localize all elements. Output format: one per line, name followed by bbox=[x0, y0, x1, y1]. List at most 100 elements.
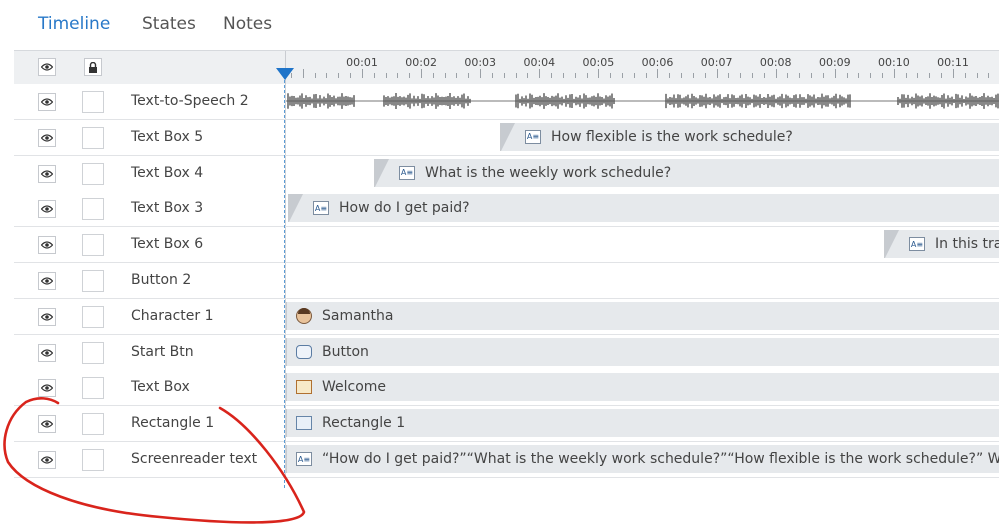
visibility-eye-icon[interactable] bbox=[38, 272, 56, 290]
ruler-label: 00:01 bbox=[346, 56, 378, 69]
fade-in-wedge[interactable] bbox=[289, 194, 303, 223]
ruler-tick bbox=[858, 73, 860, 78]
lock-toggle[interactable] bbox=[82, 341, 104, 364]
timeline-lane[interactable] bbox=[285, 84, 999, 119]
lock-toggle[interactable] bbox=[82, 413, 104, 436]
text-box-icon: A≡ bbox=[313, 201, 329, 216]
ruler-tick bbox=[870, 73, 872, 78]
lock-toggle[interactable] bbox=[82, 377, 104, 400]
tab-bar: Timeline States Notes bbox=[0, 0, 999, 50]
ruler-tick bbox=[952, 69, 954, 78]
timeline-object-bar[interactable]: Welcome bbox=[286, 373, 999, 402]
visibility-eye-icon[interactable] bbox=[38, 343, 56, 362]
tab-notes[interactable]: Notes bbox=[223, 14, 272, 34]
timeline-lane[interactable]: A≡ “How do I get paid?”“What is the weekl… bbox=[285, 442, 999, 477]
ruler-tick bbox=[669, 73, 671, 78]
visibility-eye-icon[interactable] bbox=[38, 379, 56, 398]
tab-timeline[interactable]: Timeline bbox=[38, 14, 110, 34]
timeline-row[interactable]: Screenreader text A≡ “How do I get paid?”“… bbox=[14, 442, 999, 478]
ruler-tick bbox=[456, 73, 458, 78]
time-ruler[interactable]: 00:01 00:02 00:03 00:04 00:05 00:06 00:07 00:08… bbox=[285, 51, 999, 84]
timeline-row[interactable]: Text Box 6 A≡ In this tra bbox=[14, 227, 999, 264]
timeline-lane[interactable]: Welcome bbox=[285, 370, 999, 406]
lock-toggle[interactable] bbox=[82, 126, 104, 149]
lock-all-lock-icon[interactable] bbox=[84, 58, 102, 76]
timeline-row[interactable]: Text Box Welcome bbox=[14, 370, 999, 407]
ruler-tick bbox=[787, 73, 789, 78]
text-box-icon: A≡ bbox=[525, 129, 541, 144]
timeline-lane[interactable]: Rectangle 1 bbox=[285, 406, 999, 442]
timeline-object-bar[interactable]: A≡ What is the weekly work schedule? bbox=[374, 158, 999, 187]
timeline-object-bar[interactable]: A≡ “How do I get paid?”“What is the weekl… bbox=[286, 445, 999, 473]
row-name[interactable]: Button 2 bbox=[131, 272, 191, 288]
visibility-eye-icon[interactable] bbox=[38, 93, 56, 111]
row-name[interactable]: Text Box bbox=[131, 379, 190, 395]
row-name[interactable]: Text Box 6 bbox=[131, 236, 203, 252]
ruler-tick bbox=[893, 69, 895, 78]
ruler-tick bbox=[811, 73, 813, 78]
show-all-eye-icon[interactable] bbox=[38, 58, 56, 76]
visibility-eye-icon[interactable] bbox=[38, 128, 56, 147]
timeline-row[interactable]: Button 2 bbox=[14, 263, 999, 299]
timeline-row[interactable]: Rectangle 1 Rectangle 1 bbox=[14, 406, 999, 443]
lock-toggle[interactable] bbox=[82, 198, 104, 221]
timeline-row[interactable]: Start Btn Button bbox=[14, 334, 999, 371]
row-name[interactable]: Character 1 bbox=[131, 308, 213, 324]
bar-label: How flexible is the work schedule? bbox=[551, 128, 793, 145]
lock-toggle[interactable] bbox=[82, 91, 104, 113]
audio-waveform[interactable] bbox=[286, 84, 999, 119]
timeline-lane[interactable]: A≡ How flexible is the work schedule? bbox=[285, 119, 999, 155]
timeline-row[interactable]: Text Box 3 A≡ How do I get paid? bbox=[14, 191, 999, 228]
visibility-eye-icon[interactable] bbox=[38, 415, 56, 434]
timeline-object-bar[interactable]: A≡ How do I get paid? bbox=[288, 194, 999, 223]
timeline-lane[interactable]: A≡ How do I get paid? bbox=[285, 191, 999, 227]
timeline-object-bar[interactable]: Button bbox=[286, 337, 999, 366]
visibility-eye-icon[interactable] bbox=[38, 164, 56, 183]
timeline-row[interactable]: Character 1 Samantha bbox=[14, 298, 999, 335]
timeline-row[interactable]: Text Box 5 A≡ How flexible is the work sch… bbox=[14, 119, 999, 156]
timeline-object-bar[interactable]: A≡ In this tra bbox=[884, 230, 999, 259]
timeline-row[interactable]: Text Box 4 A≡ What is the weekly work sche… bbox=[14, 155, 999, 192]
ruler-label: 00:06 bbox=[641, 56, 674, 69]
lock-toggle[interactable] bbox=[82, 305, 104, 328]
timeline-lane[interactable] bbox=[285, 263, 999, 298]
timeline-object-bar[interactable]: Samantha bbox=[286, 301, 999, 330]
timeline-object-bar[interactable]: Rectangle 1 bbox=[286, 409, 999, 438]
ruler-tick bbox=[799, 73, 801, 78]
playhead-marker[interactable] bbox=[276, 68, 294, 80]
timeline-object-bar[interactable]: A≡ How flexible is the work schedule? bbox=[500, 122, 999, 151]
fade-in-wedge[interactable] bbox=[501, 122, 515, 151]
row-name[interactable]: Text Box 3 bbox=[131, 200, 203, 216]
timeline-lane[interactable]: Button bbox=[285, 334, 999, 370]
ruler-tick bbox=[480, 69, 482, 78]
timeline-lane[interactable]: Samantha bbox=[285, 298, 999, 334]
row-name[interactable]: Start Btn bbox=[131, 344, 194, 360]
timeline-lane[interactable]: A≡ What is the weekly work schedule? bbox=[285, 155, 999, 191]
ruler-tick bbox=[728, 73, 730, 78]
fade-in-wedge[interactable] bbox=[375, 158, 389, 187]
ruler-label: 00:11 bbox=[937, 56, 969, 69]
visibility-eye-icon[interactable] bbox=[38, 236, 56, 255]
row-name[interactable]: Rectangle 1 bbox=[131, 415, 214, 431]
fade-in-wedge[interactable] bbox=[885, 230, 899, 259]
tab-states[interactable]: States bbox=[142, 14, 196, 34]
row-name[interactable]: Text-to-Speech 2 bbox=[131, 93, 249, 109]
ruler-tick bbox=[326, 73, 328, 78]
visibility-eye-icon[interactable] bbox=[38, 307, 56, 326]
timeline-row[interactable]: Text-to-Speech 2 bbox=[14, 84, 999, 120]
ruler-tick bbox=[539, 69, 541, 78]
ruler-tick bbox=[964, 73, 966, 78]
bar-label: “How do I get paid?”“What is the weekly … bbox=[322, 451, 999, 467]
row-name[interactable]: Text Box 5 bbox=[131, 129, 203, 145]
lock-toggle[interactable] bbox=[82, 449, 104, 471]
row-name[interactable]: Text Box 4 bbox=[131, 165, 203, 181]
lock-toggle[interactable] bbox=[82, 270, 104, 292]
lock-toggle[interactable] bbox=[82, 234, 104, 257]
visibility-eye-icon[interactable] bbox=[38, 200, 56, 219]
visibility-eye-icon[interactable] bbox=[38, 451, 56, 469]
row-name[interactable]: Screenreader text bbox=[131, 451, 257, 467]
ruler-tick bbox=[917, 73, 919, 78]
ruler-tick bbox=[633, 73, 635, 78]
timeline-lane[interactable]: A≡ In this tra bbox=[285, 227, 999, 263]
lock-toggle[interactable] bbox=[82, 162, 104, 185]
